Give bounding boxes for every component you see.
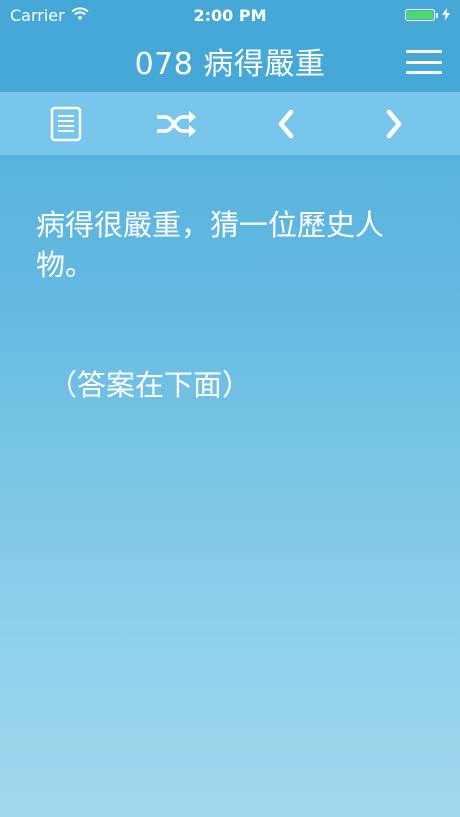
shuffle-icon[interactable]	[154, 106, 198, 142]
status-left: Carrier	[0, 6, 89, 25]
status-right	[405, 6, 460, 25]
riddle-question: 病得很嚴重，猜一位歷史人物。	[36, 208, 385, 282]
hamburger-menu-icon[interactable]	[406, 50, 442, 74]
riddle-content: 病得很嚴重，猜一位歷史人物。 （答案在下面）	[36, 205, 430, 402]
chevron-right-icon[interactable]	[376, 106, 412, 142]
navigation-bar: 078 病得嚴重	[0, 30, 460, 92]
battery-fill	[407, 11, 433, 19]
battery-icon	[405, 9, 438, 21]
carrier-label: Carrier	[10, 5, 65, 25]
answer-hint: （答案在下面）	[48, 368, 252, 402]
document-list-icon[interactable]	[48, 106, 84, 142]
toolbar	[0, 92, 460, 155]
wifi-icon	[71, 6, 89, 25]
chevron-left-icon[interactable]	[268, 106, 304, 142]
status-bar: Carrier 2:00 PM	[0, 0, 460, 30]
page-title: 078 病得嚴重	[134, 47, 326, 82]
charging-bolt-icon	[442, 6, 450, 25]
